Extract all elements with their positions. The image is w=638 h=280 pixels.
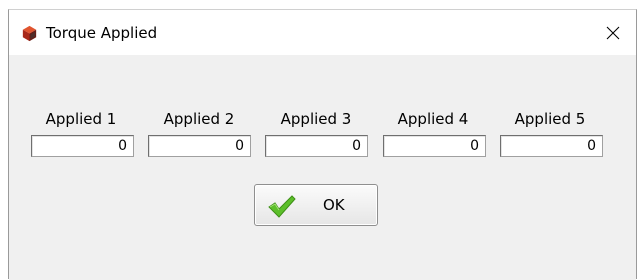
- ok-button-label: OK: [323, 196, 345, 214]
- applied-4-input[interactable]: [383, 135, 486, 157]
- applied-1-input[interactable]: [31, 135, 134, 157]
- dialog-body: Applied 1 Applied 2 Applied 3 Applied 4 …: [9, 55, 636, 280]
- applied-3-input[interactable]: [265, 135, 368, 157]
- cube-app-icon: [22, 25, 37, 42]
- close-icon: [606, 26, 620, 39]
- applied-5-label: Applied 5: [514, 110, 586, 128]
- applied-3-label: Applied 3: [280, 110, 352, 128]
- torque-applied-dialog: Torque Applied Applied 1 Applied 2 Appli…: [8, 9, 637, 280]
- applied-5-input[interactable]: [500, 135, 603, 157]
- applied-2-label: Applied 2: [163, 110, 235, 128]
- applied-2-input[interactable]: [148, 135, 251, 157]
- ok-button[interactable]: OK: [254, 184, 378, 226]
- applied-4-label: Applied 4: [397, 110, 469, 128]
- title-bar[interactable]: Torque Applied: [9, 10, 636, 55]
- close-button[interactable]: [590, 10, 636, 55]
- window-title: Torque Applied: [46, 24, 158, 42]
- checkmark-icon: [268, 195, 296, 218]
- applied-1-label: Applied 1: [45, 110, 117, 128]
